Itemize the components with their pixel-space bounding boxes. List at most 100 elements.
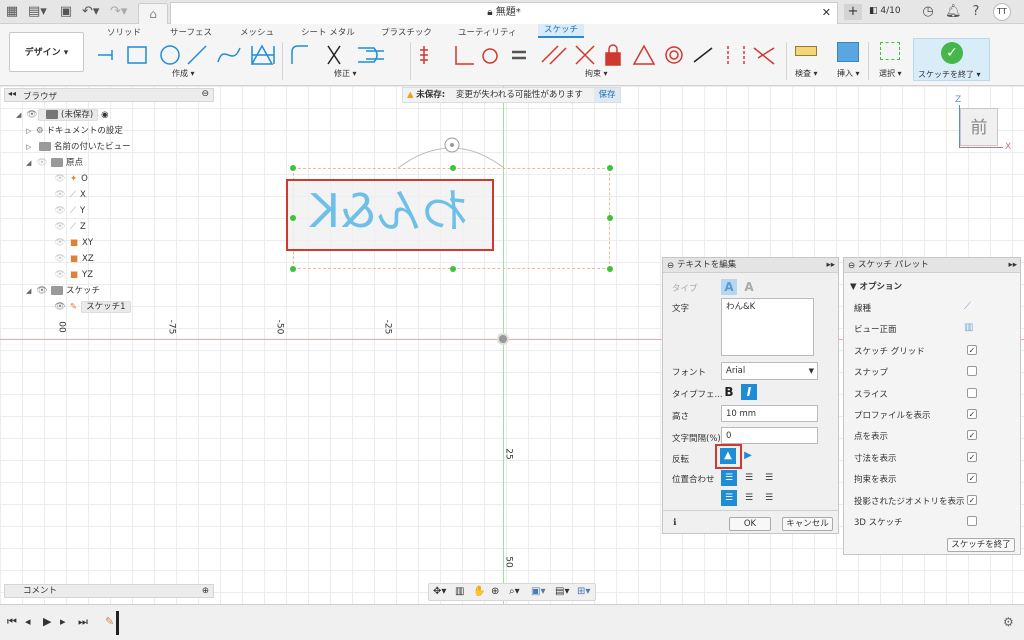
- browser-panel-header[interactable]: ◂◂ ブラウザ ⊖: [4, 88, 214, 102]
- grid-settings-icon[interactable]: ▤▾: [555, 586, 569, 597]
- slot-icon[interactable]: [248, 42, 278, 68]
- options-section[interactable]: ▼ オプション: [850, 280, 902, 292]
- font-select[interactable]: Arial ▼: [721, 362, 818, 380]
- palette-checkbox[interactable]: ✓: [967, 409, 977, 419]
- tree-named-views[interactable]: ▷ 名前の付いたビュー: [16, 139, 131, 155]
- eye-icon[interactable]: 👁︎: [36, 283, 48, 299]
- go-to-end-icon[interactable]: ⏭: [78, 615, 88, 629]
- text-input[interactable]: わん&K: [721, 298, 814, 356]
- eye-icon[interactable]: 👁︎: [26, 107, 38, 123]
- align-middle-icon[interactable]: ☰: [741, 490, 757, 506]
- flip-horizontal-icon[interactable]: ▲: [720, 448, 736, 464]
- mid-point[interactable]: [290, 215, 296, 221]
- finish-sketch-button[interactable]: ✓ スケッチを終了 ▾: [913, 38, 990, 81]
- palette-checkbox[interactable]: ✓: [967, 473, 977, 484]
- eye-icon[interactable]: 👁︎: [54, 219, 66, 235]
- activate-radio-icon[interactable]: ◉: [101, 110, 108, 120]
- eye-icon[interactable]: 👁︎: [54, 187, 66, 203]
- comments-panel[interactable]: コメント ⊕: [4, 584, 214, 598]
- zoom-icon[interactable]: ⊕: [491, 586, 499, 597]
- align-top-icon[interactable]: ☰: [721, 490, 737, 506]
- tree-plane-yz[interactable]: 👁︎ ■ YZ: [16, 267, 131, 283]
- pan-icon[interactable]: ✋: [473, 586, 485, 597]
- linetype-icon[interactable]: ⟋: [964, 301, 971, 312]
- type-path-icon[interactable]: A: [741, 279, 757, 295]
- edit-text-header[interactable]: ⊖ テキストを編集 ▸▸: [663, 258, 838, 273]
- collapse-panel-icon[interactable]: ◂◂: [8, 89, 16, 98]
- palette-checkbox[interactable]: ✓: [967, 494, 977, 505]
- palette-checkbox[interactable]: [967, 516, 977, 526]
- browser-minimize-icon[interactable]: ⊖: [201, 89, 209, 99]
- palette-finish-sketch-button[interactable]: スケッチを終了: [947, 538, 1015, 552]
- expand-panel-icon[interactable]: ▸▸: [826, 258, 835, 272]
- mid-point[interactable]: [450, 266, 456, 272]
- app-grid-icon[interactable]: ▦: [4, 4, 20, 20]
- workspace-switcher[interactable]: デザイン ▾: [9, 32, 84, 72]
- eye-icon[interactable]: 👁︎: [54, 203, 66, 219]
- look-at-icon[interactable]: ▥: [964, 322, 973, 333]
- step-forward-icon[interactable]: ▸: [60, 615, 66, 628]
- eye-icon[interactable]: 👁︎: [54, 235, 66, 251]
- ok-button[interactable]: OK: [729, 517, 771, 531]
- add-comment-icon[interactable]: ⊕: [202, 585, 209, 597]
- tab-mesh[interactable]: メッシュ: [240, 26, 274, 38]
- corner-point[interactable]: [290, 266, 296, 272]
- tree-origin-o[interactable]: 👁︎ ✦ O: [16, 171, 131, 187]
- notification-icon[interactable]: 🔔︎: [945, 4, 962, 20]
- palette-checkbox[interactable]: ✓: [967, 430, 977, 441]
- tree-sketches[interactable]: ◢ 👁︎ スケッチ: [16, 283, 131, 299]
- fit-icon[interactable]: ⌕▾: [509, 586, 520, 597]
- eye-icon[interactable]: 👁︎: [36, 155, 48, 171]
- viewcube[interactable]: 前: [960, 108, 998, 146]
- bold-button[interactable]: B: [721, 384, 737, 400]
- redo-icon[interactable]: ↷▾: [110, 4, 127, 20]
- info-icon[interactable]: ℹ: [673, 518, 676, 528]
- palette-checkbox[interactable]: [967, 366, 977, 377]
- tab-sketch[interactable]: スケッチ: [538, 24, 584, 38]
- new-tab-button[interactable]: +: [844, 4, 862, 20]
- create-menu[interactable]: 作成 ▾: [172, 68, 195, 79]
- align-bottom-icon[interactable]: ☰: [761, 490, 777, 506]
- tree-sketch1[interactable]: 👁︎ ✎ スケッチ1: [16, 299, 131, 315]
- tree-axis-x[interactable]: 👁︎ ⟋ X: [16, 187, 131, 203]
- palette-header[interactable]: ⊖ スケッチ パレット ▸▸: [844, 258, 1020, 273]
- save-link[interactable]: 保存: [594, 88, 620, 102]
- expand-icon[interactable]: ▷: [26, 139, 36, 155]
- palette-checkbox[interactable]: ✓: [967, 451, 977, 462]
- origin-marker-icon[interactable]: [497, 333, 509, 345]
- document-tab[interactable]: 🔒︎ 無題* ✕: [170, 2, 838, 24]
- minimize-icon[interactable]: ⊖: [667, 259, 674, 273]
- constraint-menu[interactable]: 拘束 ▾: [585, 68, 608, 79]
- display-settings-icon[interactable]: ▣▾: [531, 586, 545, 597]
- cancel-button[interactable]: キャンセル: [782, 517, 833, 531]
- flip-vertical-icon[interactable]: ▶: [740, 448, 756, 464]
- help-icon[interactable]: ?: [968, 4, 984, 20]
- tree-origin[interactable]: ◢ 👁︎ 原点: [16, 155, 131, 171]
- tab-solid[interactable]: ソリッド: [107, 26, 141, 38]
- job-status[interactable]: ◧ 4/10: [869, 6, 901, 16]
- type-text-icon[interactable]: A: [721, 279, 737, 295]
- avatar[interactable]: TT: [993, 3, 1011, 21]
- step-back-icon[interactable]: ◂: [25, 615, 31, 628]
- inspect-menu[interactable]: 検査 ▾: [795, 68, 818, 79]
- align-right-icon[interactable]: ☰: [761, 470, 777, 486]
- eye-icon[interactable]: 👁︎: [54, 171, 66, 187]
- tree-axis-z[interactable]: 👁︎ ⟋ Z: [16, 219, 131, 235]
- expand-icon[interactable]: ◢: [26, 155, 36, 171]
- save-icon[interactable]: ▣: [58, 4, 74, 20]
- spacing-input[interactable]: 0: [721, 427, 818, 444]
- eye-icon[interactable]: 👁︎: [54, 267, 66, 283]
- select-menu[interactable]: 選択 ▾: [879, 68, 902, 79]
- corner-point[interactable]: [290, 165, 296, 171]
- go-to-start-icon[interactable]: ⏮: [7, 615, 17, 629]
- expand-icon[interactable]: ▷: [26, 123, 36, 139]
- mid-point[interactable]: [450, 165, 456, 171]
- align-left-icon[interactable]: ☰: [721, 470, 737, 486]
- palette-checkbox[interactable]: ✓: [967, 344, 977, 355]
- tab-plastic[interactable]: プラスチック: [381, 26, 432, 38]
- corner-point[interactable]: [607, 165, 613, 171]
- home-tab[interactable]: ⌂: [138, 3, 168, 24]
- modify-menu[interactable]: 修正 ▾: [334, 68, 357, 79]
- play-icon[interactable]: ▶: [43, 615, 51, 628]
- measure-icon[interactable]: [795, 46, 817, 56]
